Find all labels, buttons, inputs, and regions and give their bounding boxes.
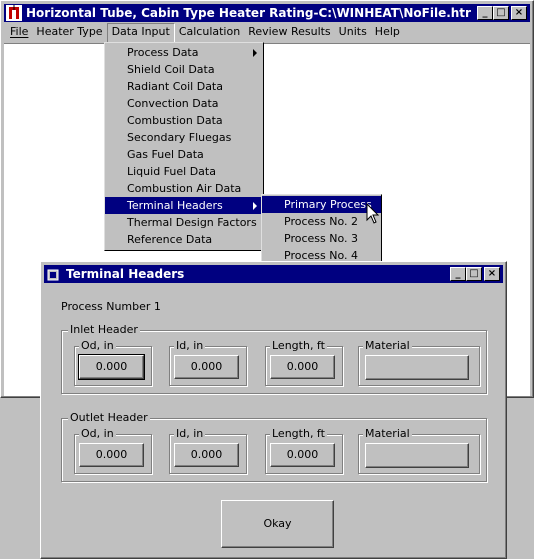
menu-item-shield-coil-data[interactable]: Shield Coil Data	[105, 61, 263, 78]
inlet-length-value-button[interactable]: 0.000	[270, 355, 335, 379]
outlet-od-label: Od, in	[79, 427, 116, 440]
dialog-maximize-button[interactable]: □	[466, 267, 482, 281]
inlet-header-title: Inlet Header	[68, 323, 140, 336]
okay-button[interactable]: Okay	[221, 500, 334, 548]
dialog-title-bar: Terminal Headers _ □ ×	[44, 265, 503, 283]
menu-units[interactable]: Units	[335, 23, 371, 41]
menu-item-secondary-fluegas[interactable]: Secondary Fluegas	[105, 129, 263, 146]
submenu-arrow-icon	[253, 202, 257, 210]
maximize-icon: □	[496, 7, 506, 18]
menu-item-terminal-headers[interactable]: Terminal Headers	[105, 197, 263, 214]
outlet-header-title: Outlet Header	[68, 411, 150, 424]
inlet-id-value-button[interactable]: 0.000	[174, 355, 239, 379]
minimize-button[interactable]: _	[477, 6, 493, 20]
menu-item-thermal-design-factors[interactable]: Thermal Design Factors	[105, 214, 263, 231]
inlet-id-label: Id, in	[174, 339, 206, 352]
submenu-item-process-no-2[interactable]: Process No. 2	[262, 213, 381, 230]
inlet-length-label: Length, ft	[270, 339, 327, 352]
minimize-icon: _	[482, 7, 488, 18]
inlet-material-frame: Material	[358, 340, 480, 386]
dialog-icon	[47, 268, 59, 281]
inlet-length-frame: Length, ft 0.000	[265, 340, 343, 386]
menu-item-combustion-air-data[interactable]: Combustion Air Data	[105, 180, 263, 197]
main-title-bar: Horizontal Tube, Cabin Type Heater Ratin…	[4, 4, 530, 22]
menu-item-gas-fuel-data[interactable]: Gas Fuel Data	[105, 146, 263, 163]
inlet-header-group: Inlet Header Od, in 0.000 Id, in 0.000 L…	[61, 324, 487, 394]
menu-data-input[interactable]: Data Input	[106, 23, 175, 43]
outlet-od-value-button[interactable]: 0.000	[79, 443, 144, 467]
inlet-material-label: Material	[363, 339, 412, 352]
submenu-arrow-icon	[253, 49, 257, 57]
dialog-title: Terminal Headers	[66, 267, 185, 281]
inlet-id-frame: Id, in 0.000	[169, 340, 247, 386]
menubar: File Heater Type Data Input Calculation Revi…	[4, 23, 530, 43]
outlet-od-frame: Od, in 0.000	[74, 428, 152, 474]
dialog-close-button[interactable]: ×	[484, 267, 500, 281]
outlet-material-label: Material	[363, 427, 412, 440]
outlet-material-button[interactable]	[365, 443, 469, 468]
menu-item-combustion-data[interactable]: Combustion Data	[105, 112, 263, 129]
menu-heater-type[interactable]: Heater Type	[32, 23, 106, 41]
minimize-icon: _	[455, 268, 461, 279]
outlet-header-group: Outlet Header Od, in 0.000 Id, in 0.000 …	[61, 412, 487, 482]
submenu-item-process-no-3[interactable]: Process No. 3	[262, 230, 381, 247]
outlet-length-frame: Length, ft 0.000	[265, 428, 343, 474]
outlet-material-frame: Material	[358, 428, 480, 474]
dialog-minimize-button[interactable]: _	[450, 267, 466, 281]
terminal-headers-submenu: Primary Process Process No. 2 Process No…	[261, 194, 382, 264]
menu-help[interactable]: Help	[371, 23, 404, 41]
maximize-icon: □	[469, 268, 479, 279]
app-icon	[6, 5, 22, 21]
menu-review-results[interactable]: Review Results	[244, 23, 334, 41]
menu-file[interactable]: File	[4, 23, 32, 41]
outlet-length-value-button[interactable]: 0.000	[270, 443, 335, 467]
outlet-id-frame: Id, in 0.000	[169, 428, 247, 474]
menu-item-convection-data[interactable]: Convection Data	[105, 95, 263, 112]
close-icon: ×	[514, 7, 524, 18]
inlet-od-value-button[interactable]: 0.000	[78, 354, 145, 380]
outlet-id-label: Id, in	[174, 427, 206, 440]
menu-item-radiant-coil-data[interactable]: Radiant Coil Data	[105, 78, 263, 95]
submenu-item-primary-process[interactable]: Primary Process	[262, 196, 381, 213]
main-window-title: Horizontal Tube, Cabin Type Heater Ratin…	[26, 6, 471, 20]
data-input-menu: Process Data Shield Coil Data Radiant Co…	[104, 42, 264, 251]
process-number-label: Process Number 1	[61, 300, 161, 313]
inlet-material-button[interactable]	[365, 355, 469, 380]
close-icon: ×	[487, 268, 497, 279]
close-button[interactable]: ×	[511, 6, 527, 20]
maximize-button[interactable]: □	[493, 6, 509, 20]
outlet-id-value-button[interactable]: 0.000	[174, 443, 239, 467]
menu-item-liquid-fuel-data[interactable]: Liquid Fuel Data	[105, 163, 263, 180]
mouse-cursor-icon	[366, 203, 380, 224]
terminal-headers-dialog: Terminal Headers _ □ × Process Number 1 …	[40, 261, 507, 559]
menu-item-reference-data[interactable]: Reference Data	[105, 231, 263, 248]
inlet-od-label: Od, in	[79, 339, 116, 352]
menu-item-process-data[interactable]: Process Data	[105, 44, 263, 61]
inlet-od-frame: Od, in 0.000	[74, 340, 152, 386]
menu-calculation[interactable]: Calculation	[175, 23, 244, 41]
outlet-length-label: Length, ft	[270, 427, 327, 440]
